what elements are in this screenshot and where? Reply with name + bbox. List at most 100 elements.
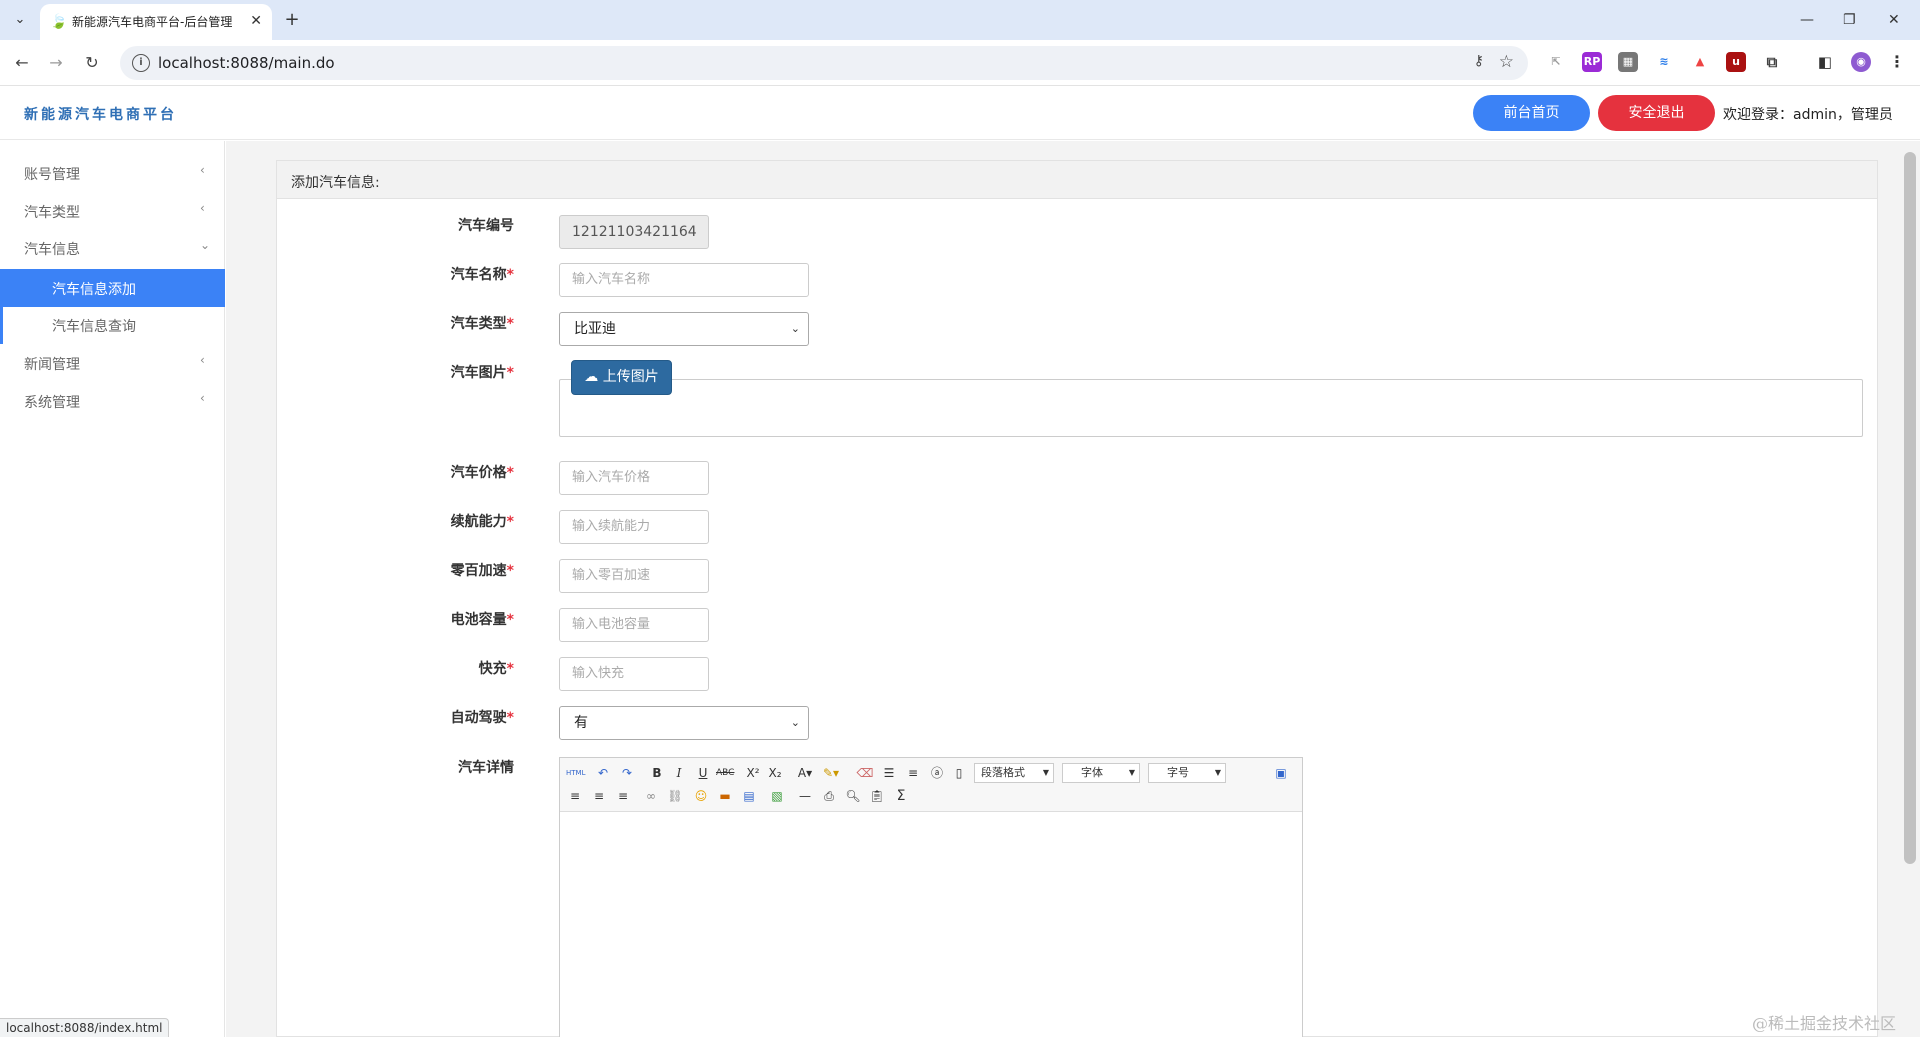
image-upload-area[interactable] — [559, 379, 1863, 437]
sidebar-item-label: 汽车类型 — [24, 205, 80, 221]
acceleration-label: 零百加速* — [329, 560, 514, 580]
video-icon[interactable]: ▤ — [740, 787, 758, 805]
extensions-puzzle-icon[interactable]: ⧉ — [1762, 52, 1782, 72]
minimize-icon[interactable]: — — [1800, 10, 1814, 30]
chevron-left-icon: ‹ — [200, 201, 205, 215]
sidebar-item-accounts[interactable]: 账号管理 ‹ — [0, 154, 225, 192]
font-family-dropdown[interactable]: 字体 ▼ — [1062, 763, 1140, 783]
page-icon[interactable]: ▯ — [950, 764, 968, 782]
extension-triangle-icon[interactable]: ▲ — [1690, 52, 1710, 72]
sidebar-item-car-info[interactable]: 汽车信息 ⌄ — [0, 229, 225, 267]
new-tab-icon[interactable]: + — [280, 8, 304, 32]
bold-icon[interactable]: B — [648, 764, 666, 782]
range-input[interactable]: 输入续航能力 — [559, 510, 709, 544]
site-info-icon[interactable]: i — [132, 54, 150, 72]
superscript-icon[interactable]: X² — [744, 764, 762, 782]
image-icon[interactable]: ▬ — [716, 787, 734, 805]
subscript-icon[interactable]: X₂ — [766, 764, 784, 782]
unlink-icon[interactable]: ⛓ — [666, 787, 684, 805]
label-text: 汽车详情 — [458, 760, 514, 776]
highlight-color-icon[interactable]: ✎▾ — [822, 764, 840, 782]
html-source-icon[interactable]: HTML — [566, 764, 585, 782]
acceleration-input[interactable]: 输入零百加速 — [559, 559, 709, 593]
underline-icon[interactable]: U — [694, 764, 712, 782]
strikethrough-icon[interactable]: ABC — [716, 764, 734, 782]
fast-charge-input[interactable]: 输入快充 — [559, 657, 709, 691]
close-tab-icon[interactable]: ✕ — [250, 13, 262, 29]
sidebar-item-system[interactable]: 系统管理 ‹ — [0, 382, 225, 420]
status-bar-url: localhost:8088/index.html — [0, 1018, 170, 1037]
label-text: 汽车图片 — [450, 365, 507, 381]
align-center-icon[interactable]: ≡ — [590, 787, 608, 805]
font-color-icon[interactable]: A▾ — [796, 764, 814, 782]
extension-cursor-icon[interactable]: ⇱ — [1546, 52, 1566, 72]
forward-icon[interactable]: → — [44, 51, 68, 75]
horizontal-rule-icon[interactable]: — — [796, 787, 814, 805]
car-name-input[interactable]: 输入汽车名称 — [559, 263, 809, 297]
tab-search-icon[interactable]: ⌄ — [8, 8, 32, 32]
print-icon[interactable]: ⎙ — [820, 787, 838, 805]
label-text: 汽车类型 — [450, 316, 507, 332]
back-icon[interactable]: ← — [10, 51, 34, 75]
extension-window-icon[interactable]: ▦ — [1618, 52, 1638, 72]
paste-icon[interactable]: 📋︎ — [868, 787, 886, 805]
eraser-icon[interactable]: ⌫ — [856, 764, 874, 782]
password-key-icon[interactable]: ⚷ — [1474, 53, 1484, 69]
undo-icon[interactable]: ↶ — [594, 764, 612, 782]
logout-button[interactable]: 安全退出 — [1598, 95, 1715, 131]
chevron-left-icon: ‹ — [200, 163, 205, 177]
extension-layers-icon[interactable]: ≋ — [1654, 52, 1674, 72]
profile-avatar-icon[interactable]: ◉ — [1851, 52, 1871, 72]
window-close-icon[interactable]: ✕ — [1888, 10, 1900, 30]
sidebar-item-car-query[interactable]: 汽车信息查询 — [0, 306, 225, 344]
car-type-select[interactable]: 比亚迪 ⌄ — [559, 312, 809, 346]
bookmark-star-icon[interactable]: ☆ — [1499, 52, 1514, 72]
required-mark: * — [506, 365, 514, 381]
required-mark: * — [506, 465, 514, 481]
side-panel-icon[interactable]: ◧ — [1815, 52, 1835, 72]
car-price-input[interactable]: 输入汽车价格 — [559, 461, 709, 495]
sidebar-item-car-types[interactable]: 汽车类型 ‹ — [0, 192, 225, 230]
address-bar[interactable]: i localhost:8088/main.do ⚷ ☆ — [120, 46, 1528, 80]
chevron-left-icon: ‹ — [200, 391, 205, 405]
page-scrollbar[interactable] — [1904, 152, 1916, 864]
preview-icon[interactable]: 🔍︎ — [844, 787, 862, 805]
sidebar-item-news[interactable]: 新闻管理 ‹ — [0, 344, 225, 382]
restore-icon[interactable]: ❐ — [1843, 10, 1856, 30]
browser-tab[interactable]: 🍃 新能源汽车电商平台-后台管理 ✕ — [40, 4, 272, 40]
ublock-shield-icon[interactable]: u — [1726, 52, 1746, 72]
map-icon[interactable]: ▧ — [768, 787, 786, 805]
redo-icon[interactable]: ↷ — [618, 764, 636, 782]
battery-input[interactable]: 输入电池容量 — [559, 608, 709, 642]
label-text: 电池容量 — [450, 612, 507, 628]
ordered-list-icon[interactable]: ☰ — [880, 764, 898, 782]
welcome-text: 欢迎登录：admin，管理员 — [1723, 107, 1893, 123]
editor-toolbar: HTML ↶ ↷ B I U ABC X² X₂ A▾ ✎▾ ⌫ ☰ ≡ ⓐ ▯… — [560, 758, 1302, 812]
brand-title[interactable]: 新能源汽车电商平台 — [24, 104, 177, 124]
link-icon[interactable]: ∞ — [642, 787, 660, 805]
browser-menu-icon[interactable]: ⋮ — [1887, 52, 1907, 72]
browser-toolbar: ← → ↻ i localhost:8088/main.do ⚷ ☆ ⇱ RP … — [0, 40, 1920, 86]
main-content: 添加汽车信息: 汽车编号 12121103421164 汽车名称* 输入汽车名称… — [226, 141, 1920, 1037]
fullscreen-icon[interactable]: ▣ — [1272, 764, 1290, 782]
autopilot-select[interactable]: 有 ⌄ — [559, 706, 809, 740]
dropdown-label: 字号 — [1167, 766, 1189, 779]
align-right-icon[interactable]: ≡ — [614, 787, 632, 805]
url-text: localhost:8088/main.do — [158, 54, 335, 72]
extension-rp-icon[interactable]: RP — [1582, 52, 1602, 72]
blockquote-icon[interactable]: ⓐ — [928, 764, 946, 782]
car-id-label: 汽车编号 — [329, 215, 514, 235]
front-home-button[interactable]: 前台首页 — [1473, 95, 1590, 131]
italic-icon[interactable]: I — [670, 764, 688, 782]
formula-sigma-icon[interactable]: Σ — [892, 787, 910, 805]
paragraph-format-dropdown[interactable]: 段落格式 ▼ — [974, 763, 1054, 783]
unordered-list-icon[interactable]: ≡ — [904, 764, 922, 782]
align-left-icon[interactable]: ≡ — [566, 787, 584, 805]
sidebar-item-car-add[interactable]: 汽车信息添加 — [0, 269, 225, 307]
upload-image-button[interactable]: ☁ 上传图片 — [571, 360, 672, 395]
cloud-upload-icon: ☁ — [584, 369, 599, 385]
font-size-dropdown[interactable]: 字号 ▼ — [1148, 763, 1226, 783]
reload-icon[interactable]: ↻ — [80, 51, 104, 75]
car-image-label: 汽车图片* — [329, 362, 514, 382]
emoji-icon[interactable]: ☺ — [692, 787, 710, 805]
